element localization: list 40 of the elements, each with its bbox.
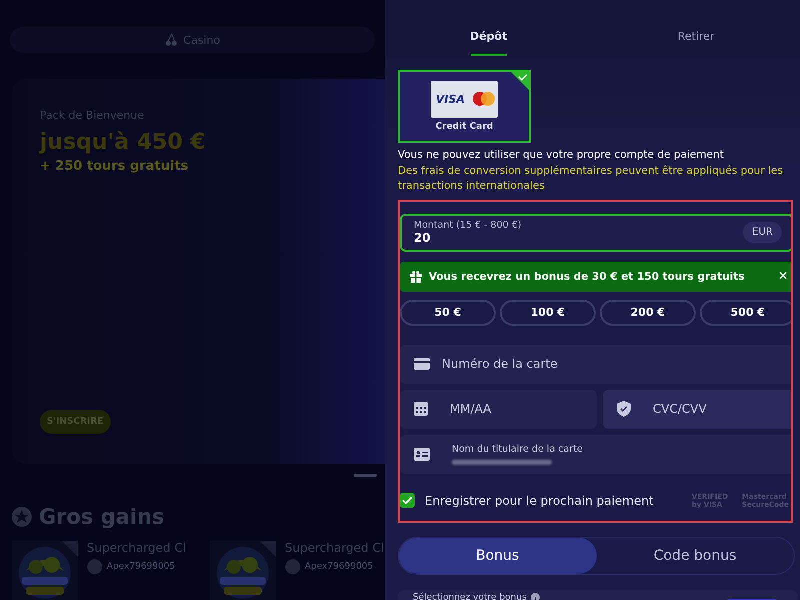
tab[interactable]: Dépôt [385, 0, 592, 58]
check-icon [510, 71, 530, 91]
player-name: Apex79699005 [305, 562, 374, 572]
field-label: Nom du titulaire de la carte [452, 444, 583, 454]
cardholder-field[interactable]: Nom du titulaire de la carte [400, 434, 791, 474]
amount-field[interactable]: Montant (15 € - 800 €) 20 EUR [400, 214, 791, 252]
info-text: Vous ne pouvez utiliser que votre propre compte de paiement [398, 148, 725, 163]
segment-tab[interactable]: Code bonus [596, 538, 794, 574]
currency-badge[interactable]: EUR [743, 222, 782, 243]
player-name: Apex79699005 [107, 562, 176, 572]
avatar-icon [285, 559, 301, 575]
bonus-text: Vous recevrez un bonus de 30 € et 150 tours gratuits [429, 270, 745, 282]
avatar-icon [87, 559, 103, 575]
expiry-field[interactable]: MM/AA [400, 390, 597, 428]
amount-chip[interactable]: 50 € [400, 300, 496, 326]
card-icon [414, 358, 430, 370]
amount-chip[interactable]: 200 € [600, 300, 696, 326]
game-title: Supercharged Cl [285, 541, 384, 555]
bonus-select-label: Sélectionnez votre bonus [413, 592, 527, 600]
warning-text: Des frais de conversion supplémentaires peuvent être appliqués pour les transactions internationales [398, 164, 784, 194]
field-value: 20 [414, 231, 432, 245]
id-card-icon [414, 448, 430, 460]
game-title: Supercharged Cl [87, 541, 186, 555]
card-logo: VISA [431, 81, 498, 118]
card-number-field[interactable]: Numéro de la carte [400, 344, 791, 384]
segment-tab[interactable]: Bonus [399, 538, 596, 574]
promo-subtitle: + 250 tours gratuits [40, 159, 190, 174]
payment-method-card[interactable]: VISA Credit Card [398, 70, 531, 143]
close-button[interactable]: × [778, 268, 788, 286]
gift-icon [410, 270, 422, 282]
checkbox[interactable] [400, 493, 415, 508]
cherries-icon [164, 33, 178, 47]
checkbox-label[interactable]: Enregistrer pour le prochain paiement [425, 494, 654, 508]
shield-icon [617, 401, 631, 417]
calendar-icon [414, 402, 428, 416]
amount-chip[interactable]: 500 € [700, 300, 791, 326]
amount-chip[interactable]: 100 € [500, 300, 596, 326]
cvc-field[interactable]: CVC/CVV [603, 390, 791, 428]
tab[interactable]: Retirer [592, 0, 800, 58]
field-label: Montant (15 € - 800 €) [414, 220, 522, 231]
